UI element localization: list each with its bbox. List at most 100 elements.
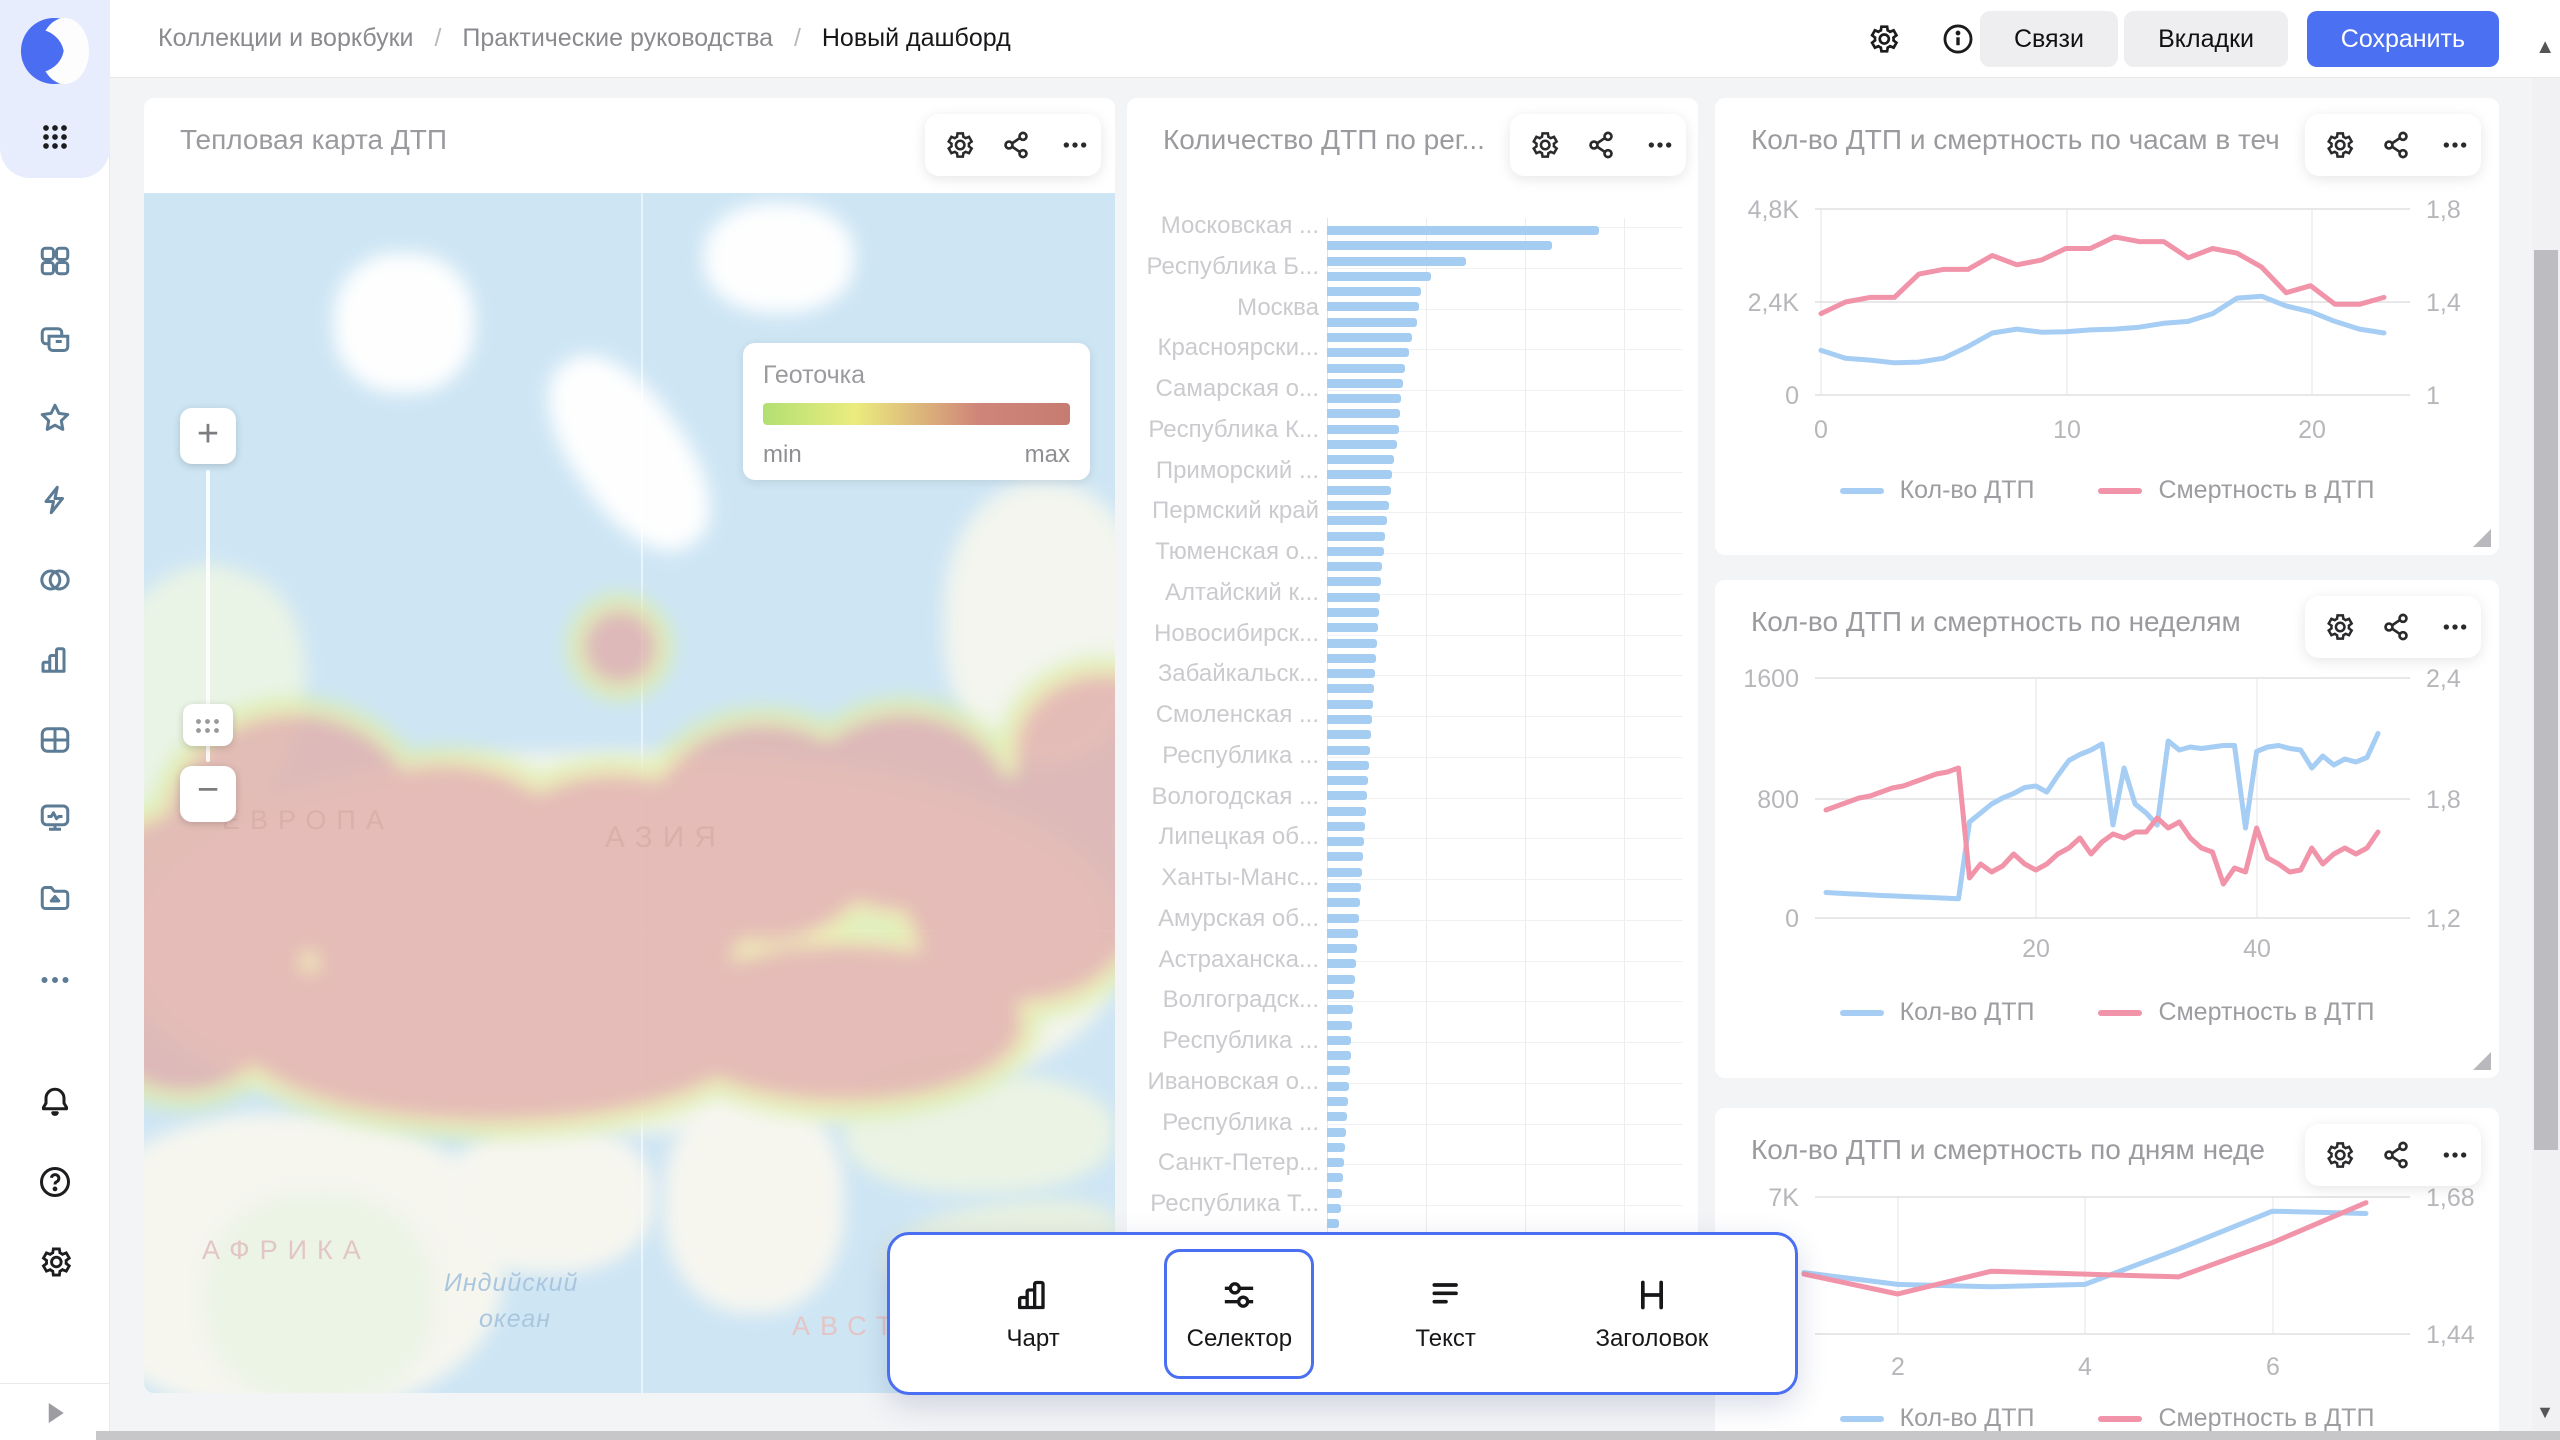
bar[interactable]: [1327, 1005, 1353, 1014]
bar[interactable]: [1327, 868, 1362, 877]
apps-grid-icon[interactable]: [37, 119, 73, 155]
bar[interactable]: [1327, 914, 1359, 923]
bar[interactable]: [1327, 241, 1552, 250]
bar[interactable]: [1327, 516, 1387, 525]
bar[interactable]: [1327, 257, 1466, 266]
bar[interactable]: [1327, 623, 1378, 632]
save-button[interactable]: Сохранить: [2307, 11, 2499, 67]
widget-more-ellipsis-icon[interactable]: [1059, 129, 1091, 161]
bar[interactable]: [1327, 1097, 1348, 1106]
scroll-down-arrow-icon[interactable]: ▼: [2536, 1402, 2554, 1423]
datasets-circles-icon[interactable]: [37, 562, 73, 598]
bar[interactable]: [1327, 577, 1381, 586]
bar[interactable]: [1327, 440, 1397, 449]
bar[interactable]: [1327, 776, 1368, 785]
bar[interactable]: [1327, 746, 1370, 755]
bar[interactable]: [1327, 929, 1358, 938]
toolbar-selector-button[interactable]: Селектор: [1164, 1249, 1314, 1379]
widget-share-icon[interactable]: [2381, 611, 2413, 643]
bar[interactable]: [1327, 1173, 1343, 1182]
bar[interactable]: [1327, 715, 1372, 724]
collections-icon[interactable]: [37, 322, 73, 358]
bar[interactable]: [1327, 394, 1401, 403]
bar[interactable]: [1327, 318, 1417, 327]
bar[interactable]: [1327, 532, 1385, 541]
widget-share-icon[interactable]: [2381, 1139, 2413, 1171]
bar[interactable]: [1327, 608, 1379, 617]
connections-bolt-icon[interactable]: [37, 482, 73, 518]
bar[interactable]: [1327, 1112, 1347, 1121]
relations-button[interactable]: Связи: [1980, 11, 2118, 67]
bar[interactable]: [1327, 1051, 1351, 1060]
tabs-button[interactable]: Вкладки: [2124, 11, 2288, 67]
widget-settings-gear-icon[interactable]: [1528, 129, 1560, 161]
bar[interactable]: [1327, 333, 1412, 342]
bar[interactable]: [1327, 761, 1369, 770]
bar[interactable]: [1327, 348, 1409, 357]
heatmap-map[interactable]: ЕВРОПА АЗИЯ АФРИКА Индийский океан АВСТР…: [144, 193, 1115, 1393]
bar[interactable]: [1327, 593, 1380, 602]
map-zoom-in-button[interactable]: +: [180, 408, 236, 464]
bar[interactable]: [1327, 562, 1382, 571]
bar[interactable]: [1327, 302, 1419, 311]
bar[interactable]: [1327, 1189, 1342, 1198]
bar[interactable]: [1327, 883, 1361, 892]
widget-settings-gear-icon[interactable]: [2323, 129, 2355, 161]
map-zoom-out-button[interactable]: −: [180, 766, 236, 822]
bar[interactable]: [1327, 852, 1363, 861]
widget-settings-gear-icon[interactable]: [2323, 611, 2355, 643]
widgets-icon[interactable]: [37, 243, 73, 279]
widget-more-ellipsis-icon[interactable]: [2439, 611, 2471, 643]
bar[interactable]: [1327, 654, 1376, 663]
widget-share-icon[interactable]: [1001, 129, 1033, 161]
bar[interactable]: [1327, 1158, 1344, 1167]
bar[interactable]: [1327, 898, 1360, 907]
widget-share-icon[interactable]: [2381, 129, 2413, 161]
bar[interactable]: [1327, 287, 1421, 296]
bar[interactable]: [1327, 684, 1374, 693]
bar[interactable]: [1327, 639, 1377, 648]
bar[interactable]: [1327, 1021, 1352, 1030]
breadcrumb[interactable]: Коллекции и воркбуки / Практические руко…: [158, 24, 1011, 53]
bar[interactable]: [1327, 1204, 1341, 1213]
bar[interactable]: [1327, 470, 1392, 479]
info-icon[interactable]: [1941, 22, 1975, 56]
toolbar-chart-button[interactable]: Чарт: [958, 1249, 1108, 1379]
bar[interactable]: [1327, 547, 1384, 556]
legend-item[interactable]: Кол-во ДТП: [1840, 998, 2035, 1027]
bar[interactable]: [1327, 990, 1354, 999]
bar[interactable]: [1327, 837, 1364, 846]
breadcrumb-collections[interactable]: Коллекции и воркбуки: [158, 24, 414, 52]
widget-settings-gear-icon[interactable]: [2323, 1139, 2355, 1171]
legend-item[interactable]: Смертность в ДТП: [2098, 998, 2374, 1027]
bar[interactable]: [1327, 944, 1357, 953]
map-ruler-button[interactable]: [183, 704, 233, 746]
bar[interactable]: [1327, 1128, 1346, 1137]
legend-item[interactable]: Смертность в ДТП: [2098, 1404, 2374, 1433]
bar[interactable]: [1327, 700, 1373, 709]
toolbar-heading-button[interactable]: Заголовок: [1577, 1249, 1727, 1379]
bar[interactable]: [1327, 791, 1367, 800]
bar[interactable]: [1327, 1082, 1349, 1091]
legend-item[interactable]: Смертность в ДТП: [2098, 476, 2374, 505]
bar[interactable]: [1327, 1143, 1345, 1152]
widget-share-icon[interactable]: [1586, 129, 1618, 161]
help-icon[interactable]: [37, 1164, 73, 1200]
bar[interactable]: [1327, 455, 1394, 464]
scroll-up-arrow-icon[interactable]: ▲: [2535, 36, 2555, 59]
legend-item[interactable]: Кол-во ДТП: [1840, 476, 2035, 505]
bar[interactable]: [1327, 364, 1405, 373]
bar[interactable]: [1327, 486, 1391, 495]
vertical-scrollbar-thumb[interactable]: [2534, 250, 2558, 1150]
tables-icon[interactable]: [37, 722, 73, 758]
legend-item[interactable]: Кол-во ДТП: [1840, 1404, 2035, 1433]
bar[interactable]: [1327, 730, 1371, 739]
toolbar-text-button[interactable]: Текст: [1371, 1249, 1521, 1379]
breadcrumb-guides[interactable]: Практические руководства: [462, 24, 773, 52]
datalens-logo[interactable]: [19, 16, 89, 86]
favorites-star-icon[interactable]: [37, 400, 73, 436]
bar[interactable]: [1327, 425, 1399, 434]
settings-gear-icon[interactable]: [37, 1244, 73, 1280]
bar[interactable]: [1327, 669, 1375, 678]
widget-more-ellipsis-icon[interactable]: [1644, 129, 1676, 161]
